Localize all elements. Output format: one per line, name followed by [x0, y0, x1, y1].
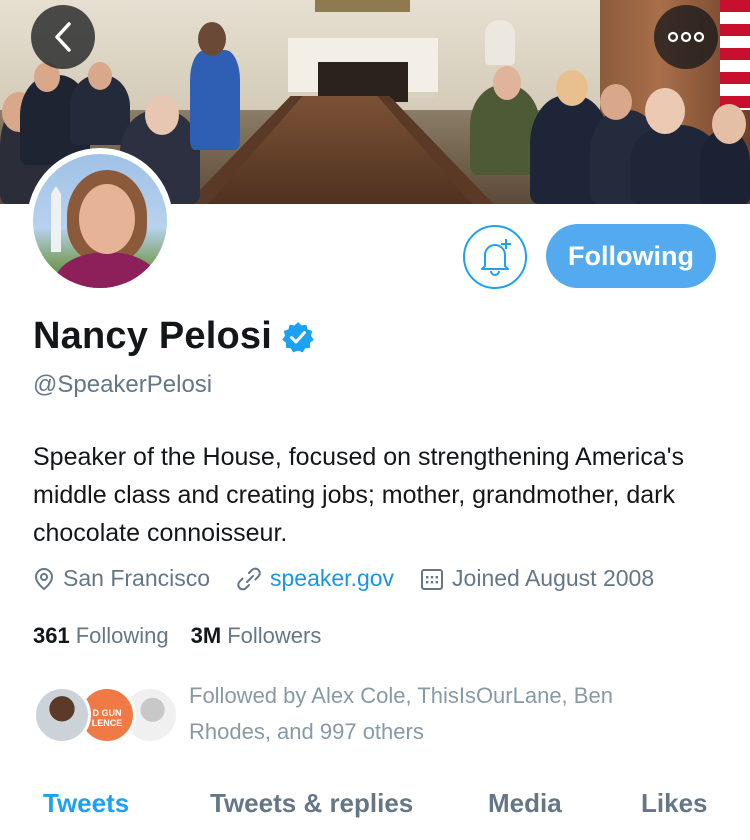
- profile-name: Nancy Pelosi: [33, 315, 272, 357]
- avatar-monument: [51, 186, 61, 252]
- followers-stat[interactable]: 3M Followers: [191, 623, 322, 649]
- followers-label: Followers: [227, 623, 322, 648]
- following-stat[interactable]: 361 Following: [33, 623, 169, 649]
- following-button[interactable]: Following: [546, 224, 716, 288]
- banner-person-head: [600, 84, 632, 120]
- back-button[interactable]: [31, 5, 95, 69]
- follower-avatar: [33, 686, 91, 744]
- banner-bust: [485, 20, 515, 65]
- followed-by-text: Followed by Alex Cole, ThisIsOurLane, Be…: [189, 683, 613, 744]
- chevron-left-icon: [55, 22, 71, 52]
- more-options-button[interactable]: [654, 5, 718, 69]
- bell-plus-icon: [481, 239, 511, 276]
- location-text: San Francisco: [63, 565, 211, 591]
- joined-text: Joined August 2008: [452, 565, 655, 591]
- tab-tweets-and-replies[interactable]: Tweets & replies: [210, 788, 413, 819]
- profile-tabs: Tweets Tweets & replies Media Likes: [0, 778, 750, 834]
- banner-person-head: [88, 62, 112, 90]
- banner-person-head: [145, 95, 179, 135]
- profile-stats: 361 Following 3M Followers: [33, 623, 343, 649]
- profile-name-row: Nancy Pelosi: [33, 315, 314, 358]
- tab-tweets[interactable]: Tweets: [43, 788, 129, 819]
- following-count: 361: [33, 623, 70, 648]
- verified-badge-icon: [282, 321, 314, 352]
- banner-person-head: [556, 70, 588, 106]
- tab-likes[interactable]: Likes: [641, 788, 708, 819]
- avatar-image: [33, 154, 167, 288]
- banner-person-head: [645, 88, 685, 134]
- profile-meta: San Francisco speaker.gov Joined August …: [33, 565, 680, 592]
- notifications-button[interactable]: [463, 225, 527, 289]
- location-pin-icon: [34, 567, 54, 590]
- profile-joined: Joined August 2008: [420, 565, 654, 592]
- banner-flag: [720, 0, 750, 110]
- avatar-face: [79, 184, 135, 254]
- banner-person-standing: [190, 50, 240, 150]
- tab-media[interactable]: Media: [488, 788, 562, 819]
- profile-location: San Francisco: [33, 565, 210, 592]
- followed-by-avatars: D GUN LENCE: [33, 678, 179, 744]
- more-horizontal-icon: [667, 31, 705, 43]
- profile-handle: @SpeakerPelosi: [33, 371, 213, 398]
- calendar-icon: [421, 568, 444, 590]
- profile-avatar[interactable]: [27, 148, 173, 294]
- website-link[interactable]: speaker.gov: [270, 565, 394, 592]
- followers-count: 3M: [190, 623, 222, 648]
- link-icon: [237, 567, 261, 590]
- banner-person-head: [198, 22, 226, 56]
- profile-bio: Speaker of the House, focused on strengt…: [33, 443, 685, 547]
- following-label: Following: [75, 623, 169, 648]
- avatar-body: [55, 252, 159, 288]
- banner-person-head: [493, 66, 521, 100]
- followed-by[interactable]: D GUN LENCE Followed by Alex Cole, ThisI…: [33, 678, 699, 750]
- profile-website[interactable]: speaker.gov: [236, 565, 394, 592]
- banner-painting: [315, 0, 410, 12]
- banner-person-head: [712, 104, 746, 144]
